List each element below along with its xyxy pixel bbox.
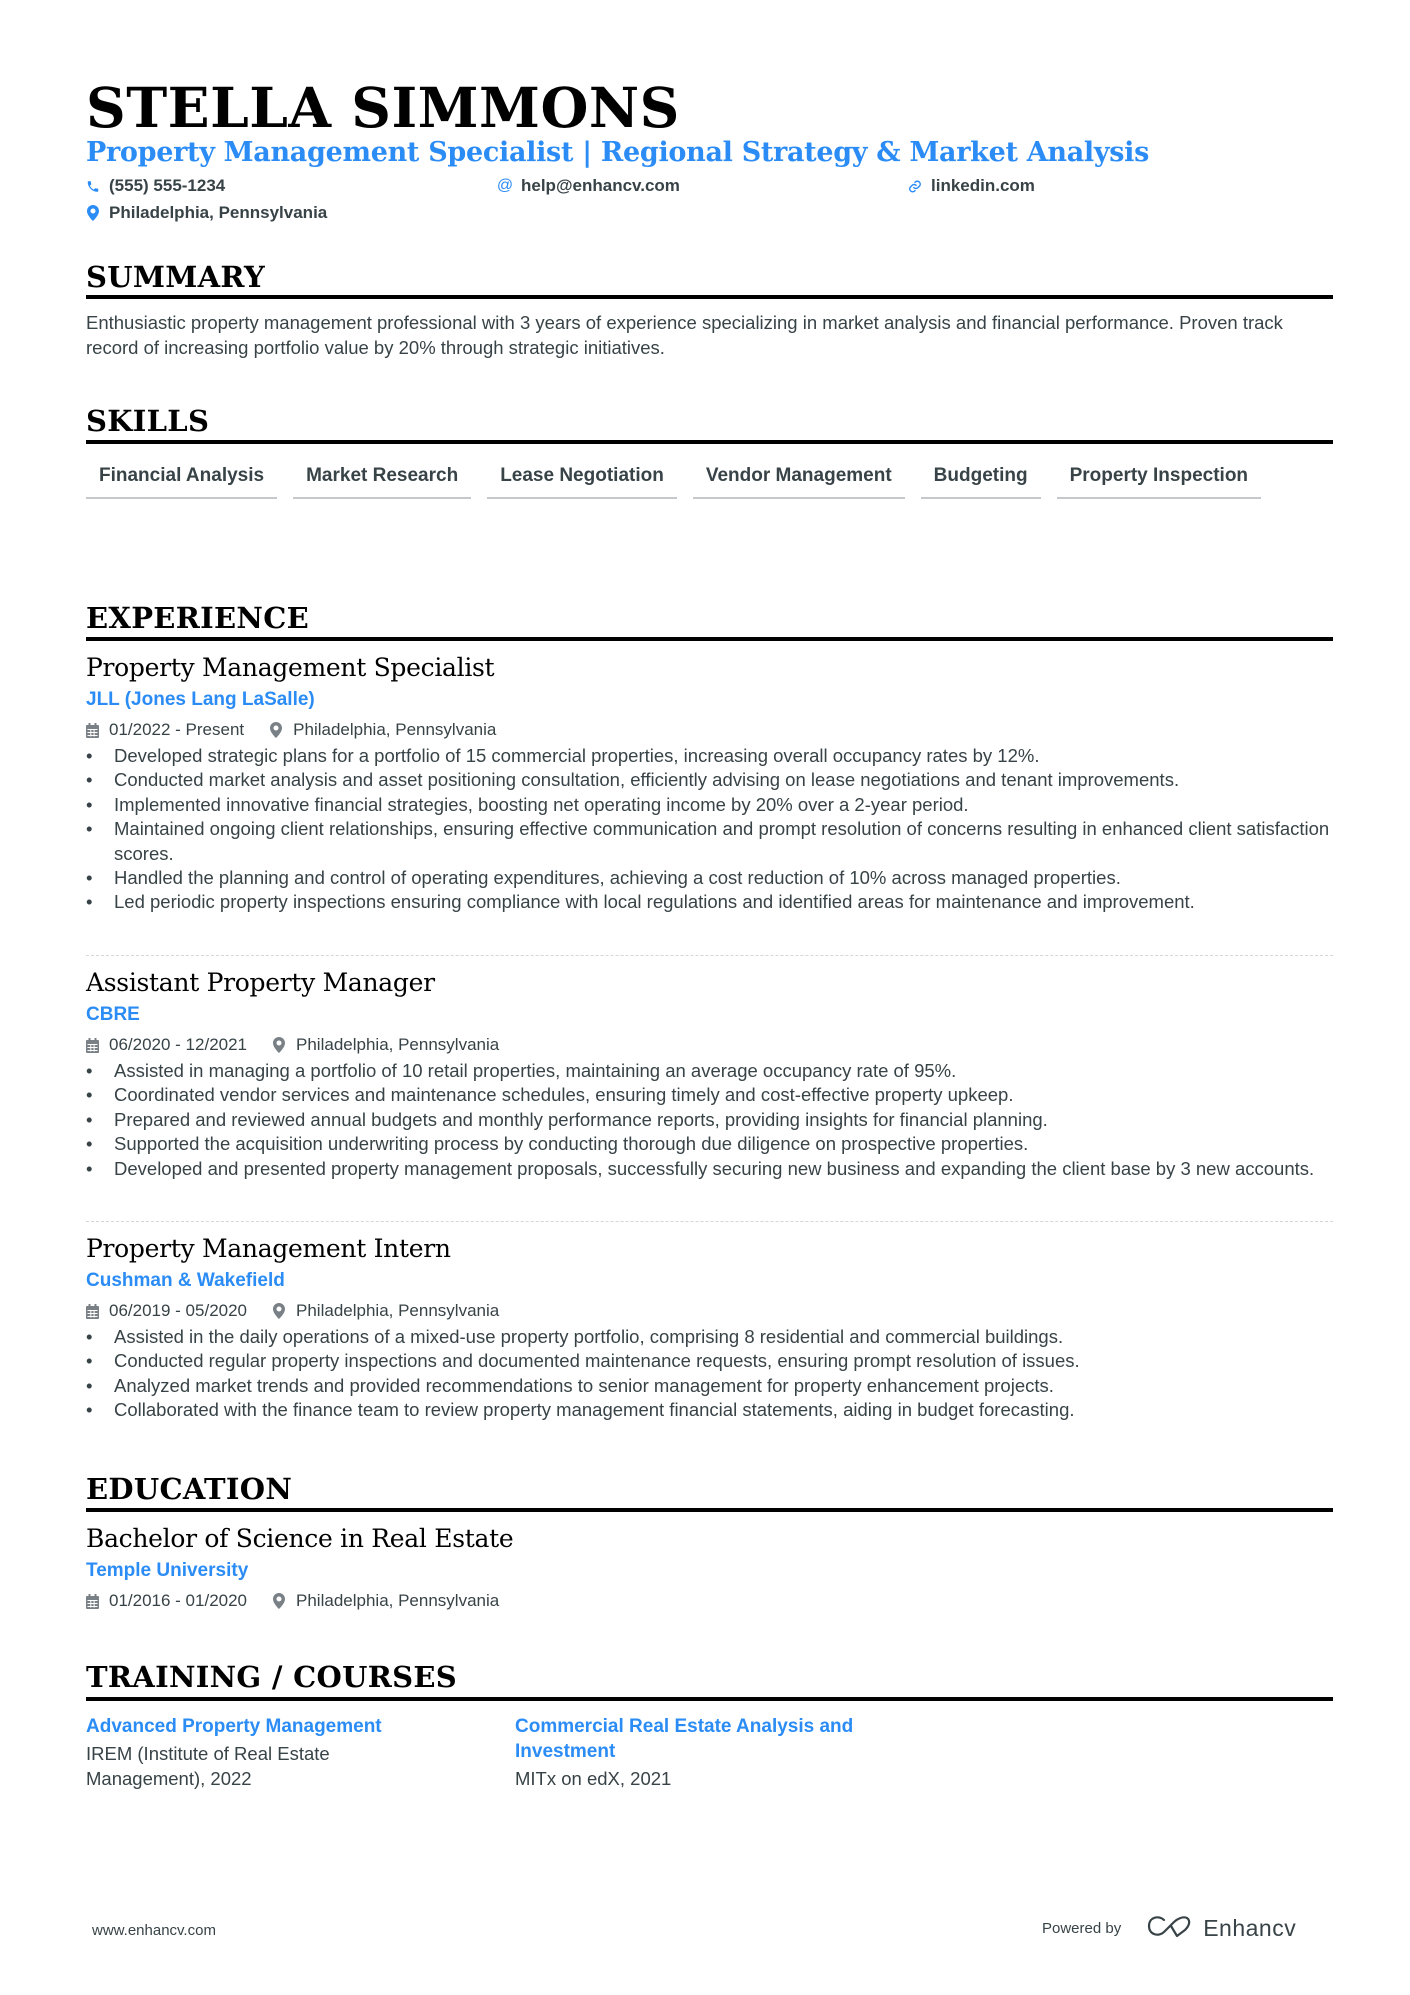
email-text: help@enhancv.com [521, 176, 680, 195]
skills-list: Financial Analysis Market Research Lease… [86, 460, 1333, 499]
job-bullets: Developed strategic plans for a portfoli… [86, 744, 1333, 915]
job-meta: 06/2020 - 12/2021 Philadelphia, Pennsylv… [86, 1034, 1333, 1056]
bullet-item: Supported the acquisition underwriting p… [86, 1132, 1333, 1157]
skill-tag: Financial Analysis [86, 460, 278, 499]
map-pin-icon [273, 1037, 287, 1053]
job-location: Philadelphia, Pennsylvania [293, 720, 497, 739]
map-pin-icon [86, 205, 100, 221]
calendar-icon [86, 1303, 100, 1319]
location-text: Philadelphia, Pennsylvania [109, 203, 328, 222]
linkedin-text: linkedin.com [931, 176, 1035, 195]
section-divider [86, 440, 1333, 444]
job-dates: 01/2022 - Present [109, 720, 245, 739]
course-entry: Advanced Property Management IREM (Insti… [86, 1714, 446, 1791]
job-location: Philadelphia, Pennsylvania [296, 1301, 500, 1320]
course-title[interactable]: Commercial Real Estate Analysis and Inve… [515, 1714, 935, 1764]
section-title-skills: SKILLS [86, 404, 210, 438]
course-provider: MITx on edX, 2021 [515, 1768, 672, 1789]
job-location: Philadelphia, Pennsylvania [296, 1035, 500, 1054]
bullet-item: Implemented innovative financial strateg… [86, 793, 1333, 818]
skill-tag: Property Inspection [1056, 460, 1262, 499]
calendar-icon [86, 1037, 100, 1053]
job-title: Property Management Specialist [86, 653, 495, 682]
company-name[interactable]: JLL (Jones Lang LaSalle) [86, 687, 1333, 713]
phone-icon [86, 178, 100, 194]
experience-entry: Assistant Property Manager CBRE 06/2020 … [86, 966, 1333, 1181]
course-provider: IREM (Institute of Real Estate Managemen… [86, 1743, 330, 1789]
calendar-icon [86, 1593, 100, 1609]
job-title: Property Management Intern [86, 1234, 451, 1263]
phone-text: (555) 555-1234 [109, 176, 226, 195]
job-title: Assistant Property Manager [86, 968, 435, 997]
at-icon: @ [496, 177, 514, 194]
contact-email[interactable]: @ help@enhancv.com [496, 175, 680, 197]
bullet-item: Conducted market analysis and asset posi… [86, 768, 1333, 793]
education-dates: 01/2016 - 01/2020 [109, 1591, 248, 1610]
bullet-item: Conducted regular property inspections a… [86, 1349, 1333, 1374]
bullet-item: Handled the planning and control of oper… [86, 866, 1333, 891]
job-meta: 01/2022 - Present Philadelphia, Pennsylv… [86, 719, 1333, 741]
education-meta: 01/2016 - 01/2020 Philadelphia, Pennsylv… [86, 1590, 1333, 1612]
bullet-item: Prepared and reviewed annual budgets and… [86, 1108, 1333, 1133]
experience-entry: Property Management Intern Cushman & Wak… [86, 1232, 1333, 1423]
contact-phone[interactable]: (555) 555-1234 [86, 175, 225, 197]
job-dates: 06/2020 - 12/2021 [109, 1035, 248, 1054]
section-title-training: TRAINING / COURSES [86, 1660, 458, 1694]
footer-branding[interactable]: Powered by Enhancv [1042, 1914, 1296, 1943]
skill-tag: Lease Negotiation [487, 460, 677, 499]
link-icon [908, 178, 922, 194]
section-divider [86, 295, 1333, 299]
candidate-name: STELLA SIMMONS [86, 75, 680, 140]
entry-separator [86, 955, 1333, 956]
bullet-item: Collaborated with the finance team to re… [86, 1398, 1333, 1423]
school-name[interactable]: Temple University [86, 1558, 1333, 1584]
section-title-summary: SUMMARY [86, 260, 265, 294]
enhancv-wordmark: Enhancv [1203, 1915, 1297, 1941]
bullet-item: Coordinated vendor services and maintena… [86, 1083, 1333, 1108]
bullet-item: Assisted in managing a portfolio of 10 r… [86, 1059, 1333, 1084]
bullet-item: Assisted in the daily operations of a mi… [86, 1325, 1333, 1350]
footer-website[interactable]: www.enhancv.com [92, 1922, 216, 1939]
bullet-item: Developed and presented property managem… [86, 1157, 1333, 1182]
job-bullets: Assisted in the daily operations of a mi… [86, 1325, 1333, 1423]
contact-location: Philadelphia, Pennsylvania [86, 202, 327, 224]
enhancv-logo-icon [1147, 1914, 1193, 1943]
degree-title: Bachelor of Science in Real Estate [86, 1524, 514, 1553]
job-dates: 06/2019 - 05/2020 [109, 1301, 248, 1320]
experience-entry: Property Management Specialist JLL (Jone… [86, 651, 1333, 915]
entry-separator [86, 1221, 1333, 1222]
job-bullets: Assisted in managing a portfolio of 10 r… [86, 1059, 1333, 1181]
section-title-experience: EXPERIENCE [86, 601, 309, 635]
section-title-education: EDUCATION [86, 1472, 293, 1506]
section-divider [86, 637, 1333, 641]
company-name[interactable]: Cushman & Wakefield [86, 1268, 1333, 1294]
education-location: Philadelphia, Pennsylvania [296, 1591, 500, 1610]
course-entry: Commercial Real Estate Analysis and Inve… [515, 1714, 935, 1792]
job-meta: 06/2019 - 05/2020 Philadelphia, Pennsylv… [86, 1300, 1333, 1322]
bullet-item: Led periodic property inspections ensuri… [86, 890, 1333, 915]
map-pin-icon [270, 722, 284, 738]
summary-text: Enthusiastic property management profess… [86, 312, 1283, 358]
map-pin-icon [273, 1303, 287, 1319]
education-entry: Bachelor of Science in Real Estate Templ… [86, 1522, 1333, 1612]
map-pin-icon [273, 1593, 287, 1609]
section-divider [86, 1508, 1333, 1512]
bullet-item: Developed strategic plans for a portfoli… [86, 744, 1333, 769]
skill-tag: Budgeting [920, 460, 1041, 499]
company-name[interactable]: CBRE [86, 1002, 1333, 1028]
calendar-icon [86, 722, 100, 738]
contact-linkedin[interactable]: linkedin.com [908, 175, 1035, 197]
section-divider [86, 1697, 1333, 1701]
course-title[interactable]: Advanced Property Management [86, 1714, 446, 1739]
skill-tag: Vendor Management [692, 460, 905, 499]
candidate-headline: Property Management Specialist | Regiona… [86, 137, 1150, 168]
powered-by-label: Powered by [1042, 1920, 1122, 1937]
skill-tag: Market Research [293, 460, 472, 499]
bullet-item: Maintained ongoing client relationships,… [86, 817, 1333, 866]
bullet-item: Analyzed market trends and provided reco… [86, 1374, 1333, 1399]
